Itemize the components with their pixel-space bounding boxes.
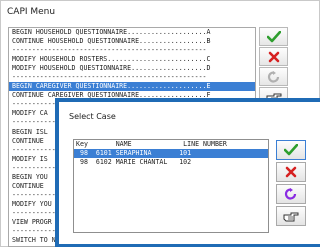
undo-icon bbox=[284, 188, 297, 200]
cross-icon bbox=[268, 51, 279, 62]
checkmark-icon bbox=[266, 30, 281, 42]
undo-button[interactable] bbox=[259, 67, 288, 86]
menu-item[interactable]: ----------------------------------------… bbox=[9, 46, 255, 55]
case-table[interactable]: Key NAME LINE NUMBER 98 6101 SERAPHINA 1… bbox=[73, 139, 269, 233]
dialog-cancel-button[interactable] bbox=[276, 162, 306, 182]
cancel-button[interactable] bbox=[259, 47, 288, 66]
pointing-hand-icon bbox=[283, 212, 299, 222]
select-case-dialog-frame: Select Case Key NAME LINE NUMBER 98 6101… bbox=[55, 98, 320, 247]
dialog-title: Select Case bbox=[69, 112, 116, 121]
dialog-button-bar bbox=[276, 140, 307, 228]
menu-item[interactable]: ----------------------------------------… bbox=[9, 73, 255, 82]
case-row[interactable]: 98 6102 MARIE CHANTAL 102 bbox=[74, 158, 268, 167]
capi-menu-window: CAPI Menu BEGIN HOUSEHOLD QUESTIONNAIRE.… bbox=[0, 0, 320, 247]
cross-icon bbox=[285, 166, 297, 178]
dialog-undo-button[interactable] bbox=[276, 184, 306, 204]
menu-item[interactable]: MODIFY HOUSEHOLD ROSTERS................… bbox=[9, 55, 255, 64]
ok-button[interactable] bbox=[259, 27, 288, 46]
menu-item[interactable]: CONTINUE HOUSEHOLD QUESTIONNAIRE........… bbox=[9, 37, 255, 46]
menu-item[interactable]: MODIFY HOUSEHOLD QUESTIONNAIRE..........… bbox=[9, 64, 255, 73]
case-table-header: Key NAME LINE NUMBER bbox=[76, 140, 227, 148]
menu-item[interactable]: BEGIN HOUSEHOLD QUESTIONNAIRE...........… bbox=[9, 28, 255, 37]
undo-icon bbox=[267, 70, 279, 83]
select-case-dialog: Select Case Key NAME LINE NUMBER 98 6101… bbox=[59, 102, 320, 244]
dialog-pointer-button[interactable] bbox=[276, 206, 306, 226]
case-row[interactable]: 98 6101 SERAPHINA 101 bbox=[74, 149, 268, 158]
window-title: CAPI Menu bbox=[1, 1, 319, 23]
side-button-bar bbox=[259, 27, 289, 107]
dialog-ok-button[interactable] bbox=[276, 140, 306, 160]
checkmark-icon bbox=[284, 144, 298, 156]
menu-item[interactable]: BEGIN CAREGIVER QUESTIONNAIRE...........… bbox=[9, 82, 255, 92]
